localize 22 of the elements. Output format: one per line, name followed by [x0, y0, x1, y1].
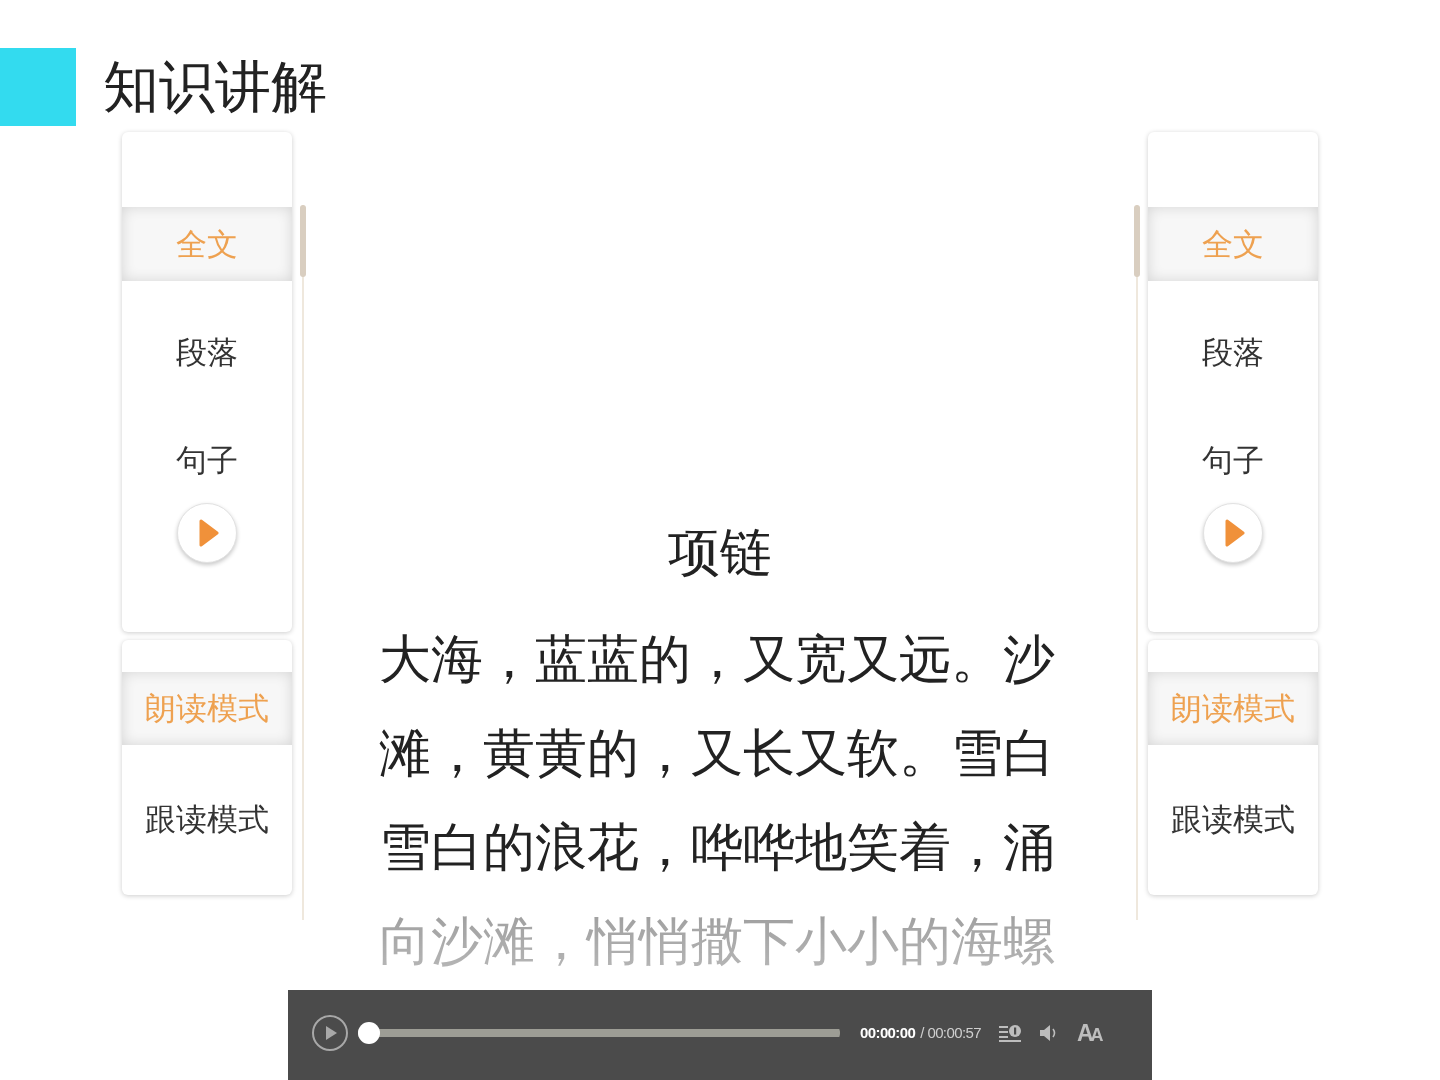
scope-tab[interactable]: 句子: [122, 423, 292, 497]
mode-tab[interactable]: 跟读模式: [122, 783, 292, 856]
scope-tab[interactable]: 段落: [1148, 315, 1318, 389]
passage-title: 项链: [668, 522, 772, 582]
page-title: 知识讲解: [103, 55, 327, 119]
scope-tab[interactable]: 句子: [1148, 423, 1318, 497]
progress-thumb[interactable]: [358, 1022, 380, 1044]
scrollbar-track[interactable]: [300, 205, 306, 920]
current-time: 00:00:00: [860, 1022, 916, 1043]
scrollbar-thumb[interactable]: [1134, 205, 1140, 277]
scope-tab[interactable]: 段落: [122, 315, 292, 389]
scrollbar-track[interactable]: [1134, 205, 1140, 920]
mode-tab[interactable]: 跟读模式: [1148, 783, 1318, 856]
play-icon: [199, 519, 219, 547]
play-icon: [1225, 519, 1245, 547]
total-time: / 00:00:57: [920, 1022, 981, 1043]
scrollbar-thumb[interactable]: [300, 205, 306, 277]
text-lines-icon[interactable]: [999, 1024, 1021, 1042]
play-icon: [326, 1026, 337, 1040]
passage-text: 大海，蓝蓝的，又宽又远。沙滩，黄黄的，又长又软。雪白雪白的浪花，哗哗地笑着，涌向沙滩，悄悄撒下小小的海螺: [379, 628, 1056, 973]
play-button[interactable]: [312, 1015, 348, 1051]
font-size-button[interactable]: AA: [1077, 1021, 1101, 1045]
